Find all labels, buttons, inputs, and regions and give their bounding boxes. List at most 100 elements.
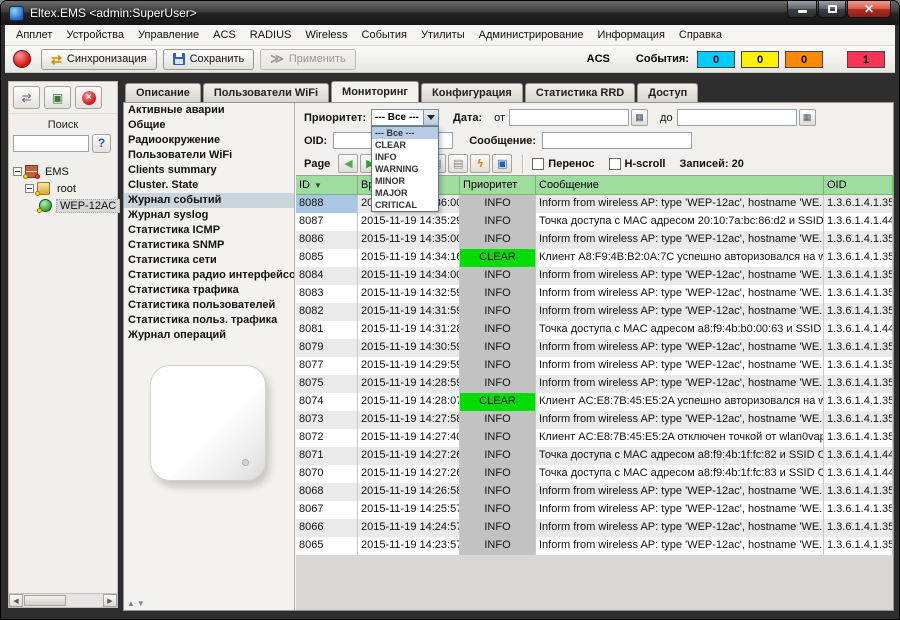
- collapse-node-icon[interactable]: [25, 184, 34, 193]
- monitor-menu-item[interactable]: Clients summary: [124, 163, 294, 178]
- save-button[interactable]: Сохранить: [163, 49, 255, 70]
- tree-node-ems[interactable]: EMS: [11, 163, 115, 180]
- event-counter[interactable]: 0: [697, 51, 735, 68]
- search-help-button[interactable]: ?: [92, 134, 111, 153]
- monitor-menu-item[interactable]: Статистика SNMP: [124, 238, 294, 253]
- tab-4[interactable]: Статистика RRD: [525, 83, 635, 102]
- dropdown-option[interactable]: MINOR: [372, 175, 438, 187]
- menu-item[interactable]: Апплет: [9, 26, 59, 44]
- tab-1[interactable]: Пользователи WiFi: [203, 83, 329, 102]
- monitor-menu-item[interactable]: Общие: [124, 118, 294, 133]
- table-row[interactable]: 80672015-11-19 14:25:57INFOInform from w…: [296, 501, 893, 519]
- message-input[interactable]: [542, 132, 692, 149]
- table-row[interactable]: 80752015-11-19 14:28:59INFOInform from w…: [296, 375, 893, 393]
- dropdown-option[interactable]: INFO: [372, 151, 438, 163]
- monitor-menu-item[interactable]: Cluster. State: [124, 178, 294, 193]
- menu-item[interactable]: ACS: [206, 26, 243, 44]
- table-row[interactable]: 80722015-11-19 14:27:40INFOКлиент AC:E8:…: [296, 429, 893, 447]
- dropdown-option[interactable]: CRITICAL: [372, 199, 438, 211]
- monitor-menu-item[interactable]: Статистика трафика: [124, 283, 294, 298]
- table-row[interactable]: 80812015-11-19 14:31:28INFOТочка доступа…: [296, 321, 893, 339]
- save-journal-button[interactable]: ▣: [492, 154, 512, 173]
- close-button[interactable]: ✕: [847, 1, 891, 18]
- menu-item[interactable]: Управление: [131, 26, 206, 44]
- table-row[interactable]: 80872015-11-19 14:35:29INFOТочка доступа…: [296, 213, 893, 231]
- monitor-menu-item[interactable]: Пользователи WiFi: [124, 148, 294, 163]
- scrollbar-thumb[interactable]: [24, 595, 66, 606]
- event-counter[interactable]: 0: [785, 51, 823, 68]
- tree-horizontal-scrollbar[interactable]: ◀ ▶: [9, 593, 117, 607]
- menu-item[interactable]: RADIUS: [243, 26, 299, 44]
- hscroll-checkbox[interactable]: H-scroll: [609, 158, 666, 170]
- menu-item[interactable]: Устройства: [59, 26, 131, 44]
- alarm-settings-button[interactable]: ϟ: [470, 154, 490, 173]
- add-device-button[interactable]: ▣: [44, 86, 71, 109]
- table-row[interactable]: 80732015-11-19 14:27:58INFOInform from w…: [296, 411, 893, 429]
- dropdown-option[interactable]: MAJOR: [372, 187, 438, 199]
- monitor-menu-item[interactable]: Радиоокружение: [124, 133, 294, 148]
- splitter-collapse-icons[interactable]: ▲▼: [127, 599, 147, 608]
- menu-item[interactable]: Утилиты: [414, 26, 472, 44]
- table-row[interactable]: 80652015-11-19 14:23:57INFOInform from w…: [296, 537, 893, 555]
- table-row[interactable]: 80832015-11-19 14:32:59INFOInform from w…: [296, 285, 893, 303]
- tab-3[interactable]: Конфигурация: [421, 83, 523, 102]
- priority-combobox[interactable]: --- Все --- --- Все ---CLEARINFOWARNINGM…: [371, 109, 439, 126]
- calendar-icon[interactable]: ▦: [799, 109, 816, 126]
- monitor-menu-item[interactable]: Журнал событий: [124, 193, 294, 208]
- column-header-2[interactable]: Приоритет: [460, 176, 536, 195]
- columns-button[interactable]: ▤: [448, 154, 468, 173]
- monitor-menu-item[interactable]: Журнал syslog: [124, 208, 294, 223]
- minimize-button[interactable]: [787, 1, 817, 18]
- table-row[interactable]: 80682015-11-19 14:26:58INFOInform from w…: [296, 483, 893, 501]
- table-row[interactable]: 80822015-11-19 14:31:59INFOInform from w…: [296, 303, 893, 321]
- delete-device-button[interactable]: ×: [75, 86, 102, 109]
- table-row[interactable]: 80712015-11-19 14:27:26INFOТочка доступа…: [296, 447, 893, 465]
- date-to-input[interactable]: [677, 109, 797, 126]
- menu-item[interactable]: Информация: [591, 26, 672, 44]
- table-row[interactable]: 80792015-11-19 14:30:59INFOInform from w…: [296, 339, 893, 357]
- calendar-icon[interactable]: ▦: [631, 109, 648, 126]
- monitor-menu-item[interactable]: Статистика пользователей: [124, 298, 294, 313]
- dropdown-option[interactable]: WARNING: [372, 163, 438, 175]
- monitor-menu-item[interactable]: Статистика ICMP: [124, 223, 294, 238]
- dropdown-option[interactable]: --- Все ---: [372, 127, 438, 139]
- monitor-menu-item[interactable]: Статистика сети: [124, 253, 294, 268]
- menu-item[interactable]: Справка: [672, 26, 729, 44]
- table-row[interactable]: 80662015-11-19 14:24:57INFOInform from w…: [296, 519, 893, 537]
- event-counter[interactable]: 1: [847, 51, 885, 68]
- table-row[interactable]: 80742015-11-19 14:28:07CLEARКлиент AC:E8…: [296, 393, 893, 411]
- monitor-menu-item[interactable]: Журнал операций: [124, 328, 294, 343]
- menu-item[interactable]: События: [355, 26, 414, 44]
- table-row[interactable]: 80842015-11-19 14:34:00INFOInform from w…: [296, 267, 893, 285]
- menu-item[interactable]: Администрирование: [472, 26, 591, 44]
- search-input[interactable]: [13, 135, 89, 152]
- sync-button[interactable]: ⇄ Синхронизация: [41, 49, 157, 70]
- event-counter[interactable]: 0: [741, 51, 779, 68]
- monitor-menu-item[interactable]: Статистика польз. трафика: [124, 313, 294, 328]
- scroll-right-icon[interactable]: ▶: [103, 594, 117, 607]
- tab-2[interactable]: Мониторинг: [331, 81, 419, 102]
- monitor-menu-item[interactable]: Статистика радио интерфейсов: [124, 268, 294, 283]
- dropdown-option[interactable]: CLEAR: [372, 139, 438, 151]
- wrap-checkbox[interactable]: Перенос: [532, 158, 594, 170]
- chevron-down-icon[interactable]: [423, 110, 438, 125]
- collapse-node-icon[interactable]: [13, 167, 22, 176]
- tree-sync-button[interactable]: ⇄: [13, 86, 40, 109]
- alarm-status-icon[interactable]: [13, 50, 31, 68]
- maximize-button[interactable]: [818, 1, 846, 18]
- date-from-input[interactable]: [509, 109, 629, 126]
- apply-button[interactable]: ≫ Применить: [260, 49, 355, 70]
- column-header-3[interactable]: Сообщение: [536, 176, 824, 195]
- tree-node-root[interactable]: root: [11, 180, 115, 197]
- menu-item[interactable]: Wireless: [298, 26, 354, 44]
- scroll-left-icon[interactable]: ◀: [9, 594, 23, 607]
- column-header-0[interactable]: ID▼: [296, 176, 358, 195]
- monitor-menu-item[interactable]: Активные аварии: [124, 103, 294, 118]
- table-row[interactable]: 80702015-11-19 14:27:26INFOТочка доступа…: [296, 465, 893, 483]
- prev-page-button[interactable]: ◀: [338, 154, 358, 173]
- table-row[interactable]: 80852015-11-19 14:34:16CLEARКлиент A8:F9…: [296, 249, 893, 267]
- tab-0[interactable]: Описание: [125, 83, 201, 102]
- column-header-4[interactable]: OID: [824, 176, 893, 195]
- tab-5[interactable]: Доступ: [637, 83, 698, 102]
- table-row[interactable]: 80772015-11-19 14:29:59INFOInform from w…: [296, 357, 893, 375]
